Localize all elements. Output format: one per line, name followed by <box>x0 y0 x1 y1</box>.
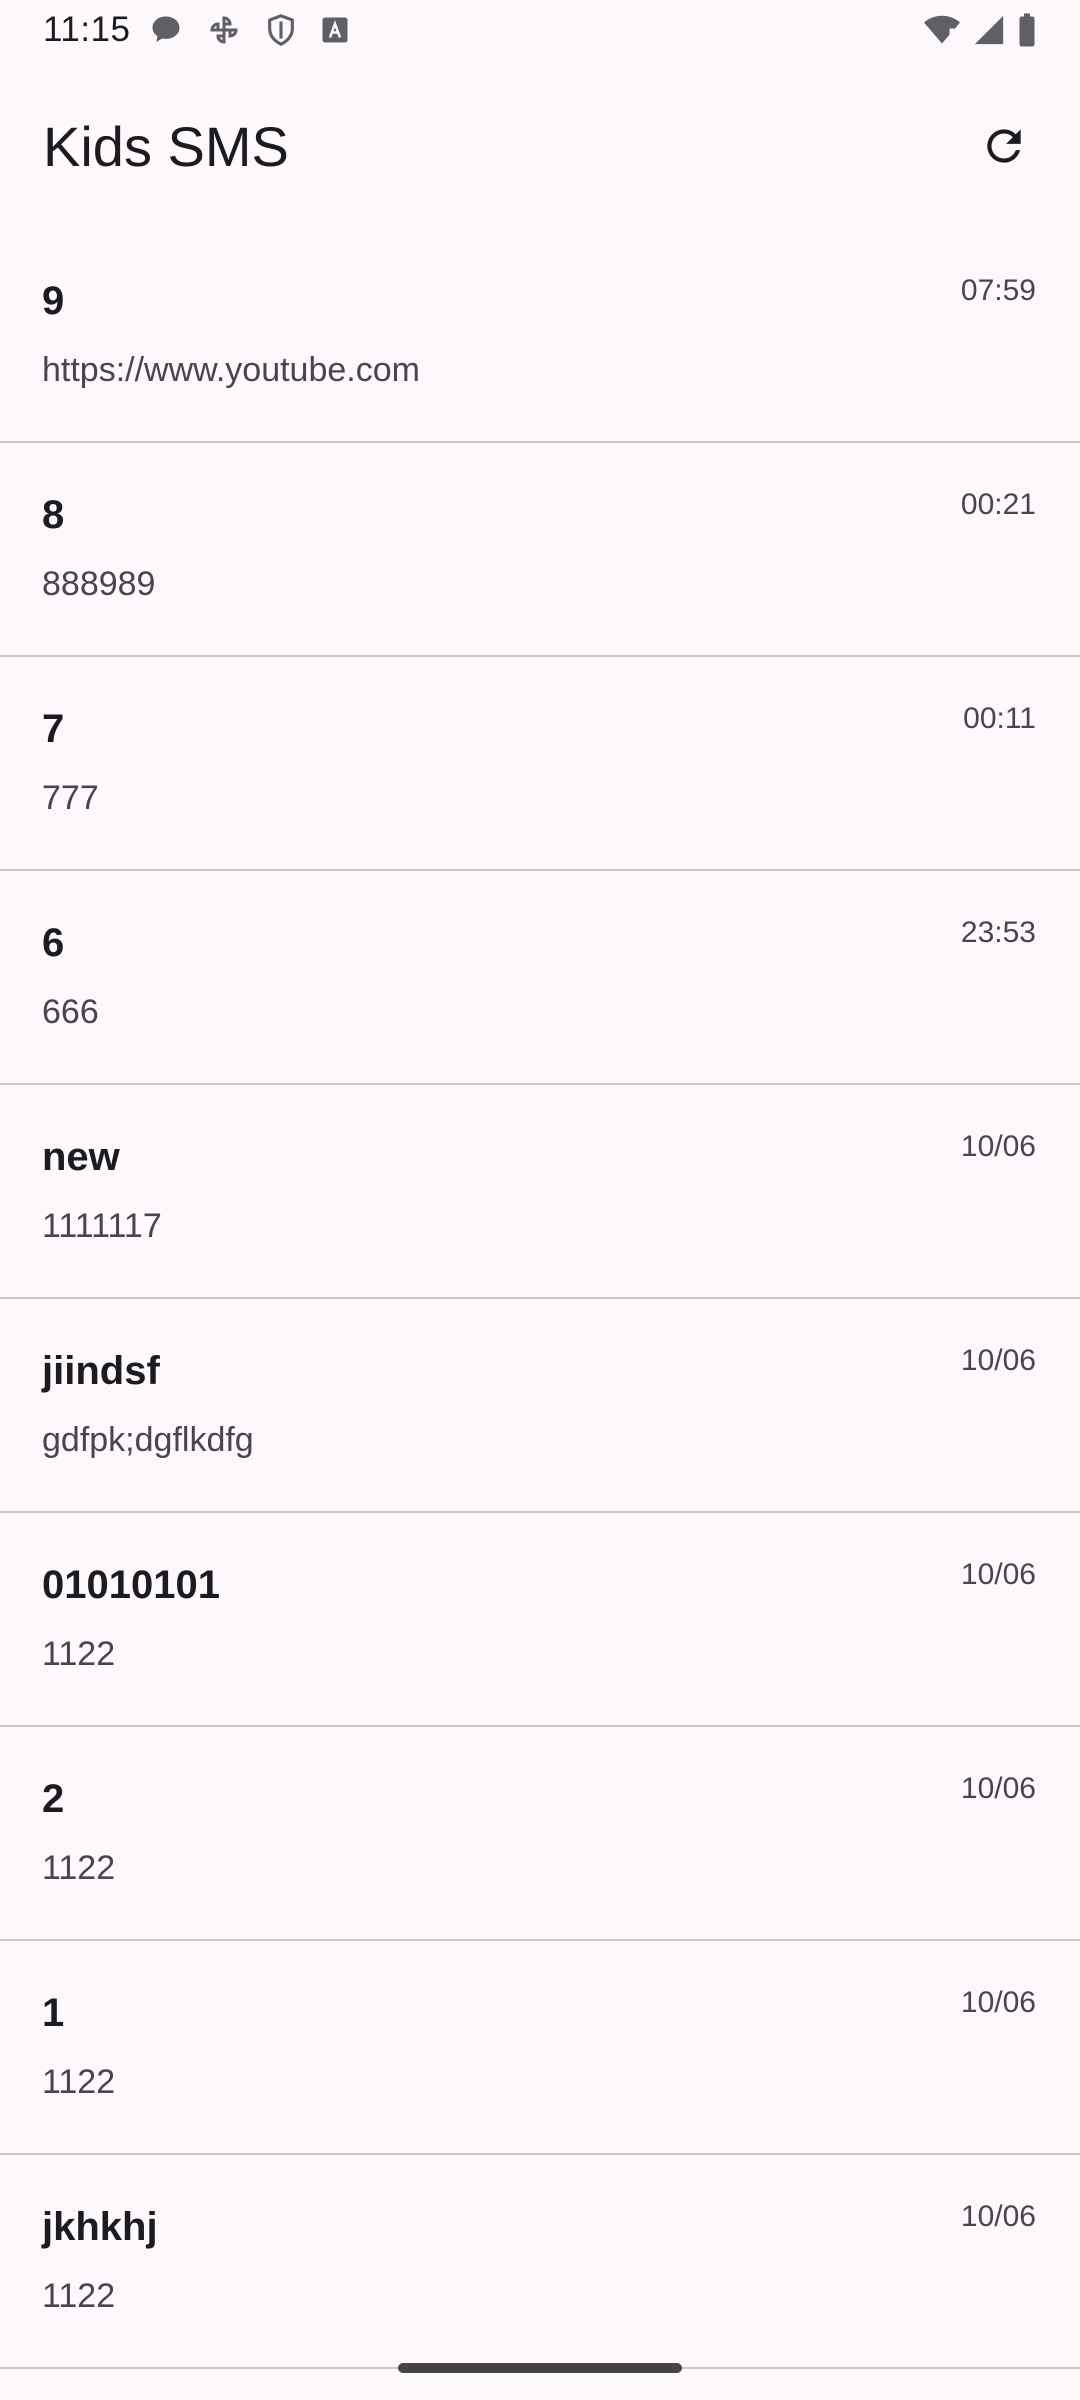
message-preview: 888989 <box>42 565 156 603</box>
text-a-icon <box>320 15 350 45</box>
message-timestamp: 10/06 <box>960 1772 1036 1805</box>
message-list-item[interactable]: 9 https://www.youtube.com 07:59 <box>0 229 1080 443</box>
message-list-item[interactable]: jkhkhj 1122 10/06 <box>0 2155 1080 2369</box>
message-timestamp: 10/06 <box>960 2200 1036 2233</box>
message-list-item[interactable]: 7 777 00:11 <box>0 657 1080 871</box>
message-timestamp: 00:11 <box>963 702 1036 735</box>
wifi-alert-icon <box>922 12 962 53</box>
message-preview: 666 <box>42 993 99 1031</box>
message-preview: 1122 <box>42 1635 116 1673</box>
message-list-item[interactable]: 01010101 1122 10/06 <box>0 1513 1080 1727</box>
message-list-item[interactable]: new 1111117 10/06 <box>0 1085 1080 1299</box>
message-sender: 8 <box>42 493 65 537</box>
message-timestamp: 10/06 <box>960 1986 1036 2019</box>
message-preview: 777 <box>42 779 99 817</box>
app-title: Kids SMS <box>43 115 289 178</box>
message-list-item[interactable]: 8 888989 00:21 <box>0 443 1080 657</box>
message-sender: 6 <box>42 921 65 965</box>
message-sender: jkhkhj <box>42 2205 158 2249</box>
message-timestamp: 23:53 <box>960 916 1036 949</box>
message-sender: 9 <box>42 279 65 323</box>
message-timestamp: 10/06 <box>960 1344 1036 1377</box>
message-timestamp: 07:59 <box>960 274 1036 307</box>
message-preview: gdfpk;dgflkdfg <box>42 1421 254 1459</box>
message-sender: new <box>42 1135 120 1179</box>
message-sender: jiindsf <box>42 1349 160 1393</box>
message-sender: 01010101 <box>42 1563 220 1607</box>
message-list-item[interactable]: 1 1122 10/06 <box>0 1941 1080 2155</box>
message-list[interactable]: 9 https://www.youtube.com 07:59 8 888989 00:2… <box>0 229 1080 2369</box>
battery-icon <box>1016 12 1038 53</box>
chat-bubble-icon <box>148 12 184 48</box>
status-notification-icons <box>148 12 350 48</box>
app-bar: Kids SMS <box>0 94 1080 202</box>
message-sender: 2 <box>42 1777 65 1821</box>
message-timestamp: 00:21 <box>960 488 1036 521</box>
message-list-item[interactable]: 6 666 23:53 <box>0 871 1080 1085</box>
refresh-button[interactable] <box>968 112 1040 184</box>
message-timestamp: 10/06 <box>960 1130 1036 1163</box>
cell-signal-icon <box>972 12 1006 53</box>
message-list-item[interactable]: jiindsf gdfpk;dgflkdfg 10/06 <box>0 1299 1080 1513</box>
message-timestamp: 10/06 <box>960 1558 1036 1591</box>
message-preview: 1122 <box>42 2063 116 2101</box>
status-time: 11:15 <box>43 10 131 49</box>
message-preview: https://www.youtube.com <box>42 351 420 389</box>
shield-icon <box>264 12 298 48</box>
pinwheel-icon <box>206 12 242 48</box>
message-preview: 1111117 <box>42 1207 162 1245</box>
status-system-icons <box>922 12 1038 53</box>
message-preview: 1122 <box>42 2277 116 2315</box>
message-preview: 1122 <box>42 1849 116 1887</box>
status-bar: 11:15 <box>0 0 1080 62</box>
message-sender: 1 <box>42 1991 65 2035</box>
message-sender: 7 <box>42 707 65 751</box>
gesture-nav-handle[interactable] <box>398 2363 682 2373</box>
refresh-icon <box>979 121 1029 176</box>
message-list-item[interactable]: 2 1122 10/06 <box>0 1727 1080 1941</box>
